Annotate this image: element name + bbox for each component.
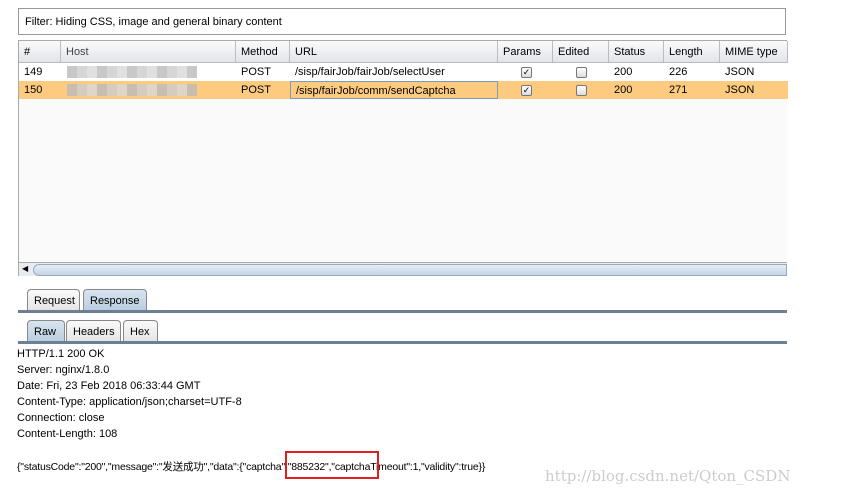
col-header-method[interactable]: Method (236, 41, 290, 63)
watermark: http://blog.csdn.net/Qton_CSDN (545, 467, 791, 485)
cell-method: POST (241, 66, 271, 78)
cell-num: 149 (24, 66, 43, 78)
cell-mime: JSON (725, 66, 755, 78)
table-row[interactable]: 149 POST /sisp/fairJob/fairJob/selectUse… (19, 63, 788, 81)
cell-url: /sisp/fairJob/fairJob/selectUser (295, 66, 445, 78)
table-row[interactable]: 150 POST /sisp/fairJob/comm/sendCaptcha … (19, 81, 788, 99)
cell-length: 226 (669, 66, 688, 78)
params-checkbox[interactable]: ✓ (521, 85, 532, 96)
filter-bar[interactable]: Filter: Hiding CSS, image and general bi… (18, 8, 786, 35)
cell-length: 271 (669, 84, 688, 96)
tab-request[interactable]: Request (27, 289, 80, 311)
cell-url: /sisp/fairJob/comm/sendCaptcha (290, 81, 498, 99)
response-header: Content-Length: 108 (17, 428, 118, 440)
col-header-params[interactable]: Params (498, 41, 553, 63)
col-header-url[interactable]: URL (290, 41, 498, 63)
tab-divider (18, 341, 787, 344)
scrollbar-thumb[interactable] (33, 264, 787, 276)
tab-response[interactable]: Response (83, 289, 147, 311)
edited-checkbox[interactable] (576, 85, 587, 96)
response-body: {"statusCode":"200","message":"发送成功","da… (17, 461, 486, 473)
cell-mime: JSON (725, 84, 755, 96)
col-header-num[interactable]: # (19, 41, 61, 63)
col-header-status[interactable]: Status (609, 41, 664, 63)
host-redacted (67, 66, 197, 78)
cell-num: 150 (24, 84, 43, 96)
response-header: Content-Type: application/json;charset=U… (17, 396, 242, 408)
col-header-mime[interactable]: MIME type (720, 41, 788, 63)
captcha-highlight-box (285, 451, 379, 479)
cell-status: 200 (614, 84, 633, 96)
response-header: Server: nginx/1.8.0 (17, 364, 110, 376)
edited-checkbox[interactable] (576, 67, 587, 78)
response-header: Connection: close (17, 412, 105, 424)
http-history-table: # Host Method URL Params Edited Status L… (18, 40, 788, 276)
params-checkbox[interactable]: ✓ (521, 67, 532, 78)
response-header: Date: Fri, 23 Feb 2018 06:33:44 GMT (17, 380, 201, 392)
tab-raw[interactable]: Raw (27, 320, 65, 342)
cell-status: 200 (614, 66, 633, 78)
cell-method: POST (241, 84, 271, 96)
response-status-line: HTTP/1.1 200 OK (17, 348, 105, 360)
scroll-left-icon[interactable]: ◀ (22, 264, 28, 273)
tab-headers[interactable]: Headers (66, 320, 121, 342)
tab-hex[interactable]: Hex (123, 320, 158, 342)
tab-divider (18, 310, 787, 313)
col-header-host[interactable]: Host (61, 41, 236, 63)
col-header-edited[interactable]: Edited (553, 41, 609, 63)
col-header-length[interactable]: Length (664, 41, 720, 63)
host-redacted (67, 84, 197, 96)
horizontal-scrollbar[interactable]: ◀ (19, 262, 787, 276)
